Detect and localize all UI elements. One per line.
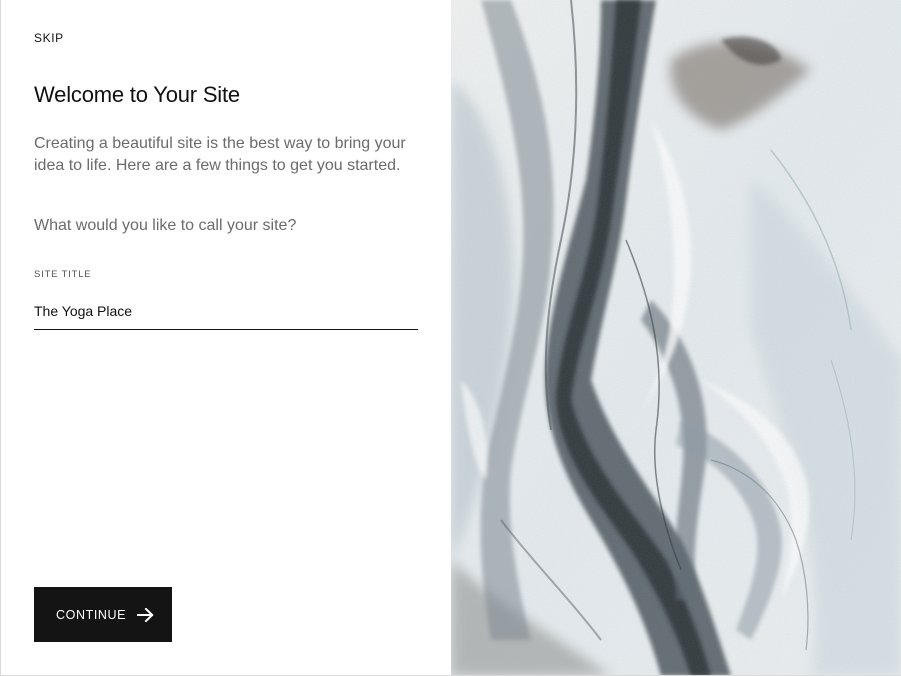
marble-hero-image (451, 0, 901, 675)
site-title-label: SITE TITLE (34, 269, 92, 280)
arrow-right-icon (137, 607, 154, 622)
onboarding-page: SKIP Welcome to Your Site Creating a bea… (0, 0, 901, 676)
skip-link[interactable]: SKIP (34, 31, 64, 45)
continue-button-label: CONTINUE (56, 607, 127, 622)
page-title: Welcome to Your Site (34, 82, 240, 107)
site-title-input[interactable] (34, 296, 418, 330)
site-name-prompt: What would you like to call your site? (34, 217, 297, 234)
continue-button[interactable]: CONTINUE (34, 587, 172, 642)
welcome-panel: SKIP Welcome to Your Site Creating a bea… (1, 0, 451, 675)
intro-description: Creating a beautiful site is the best wa… (34, 135, 406, 174)
